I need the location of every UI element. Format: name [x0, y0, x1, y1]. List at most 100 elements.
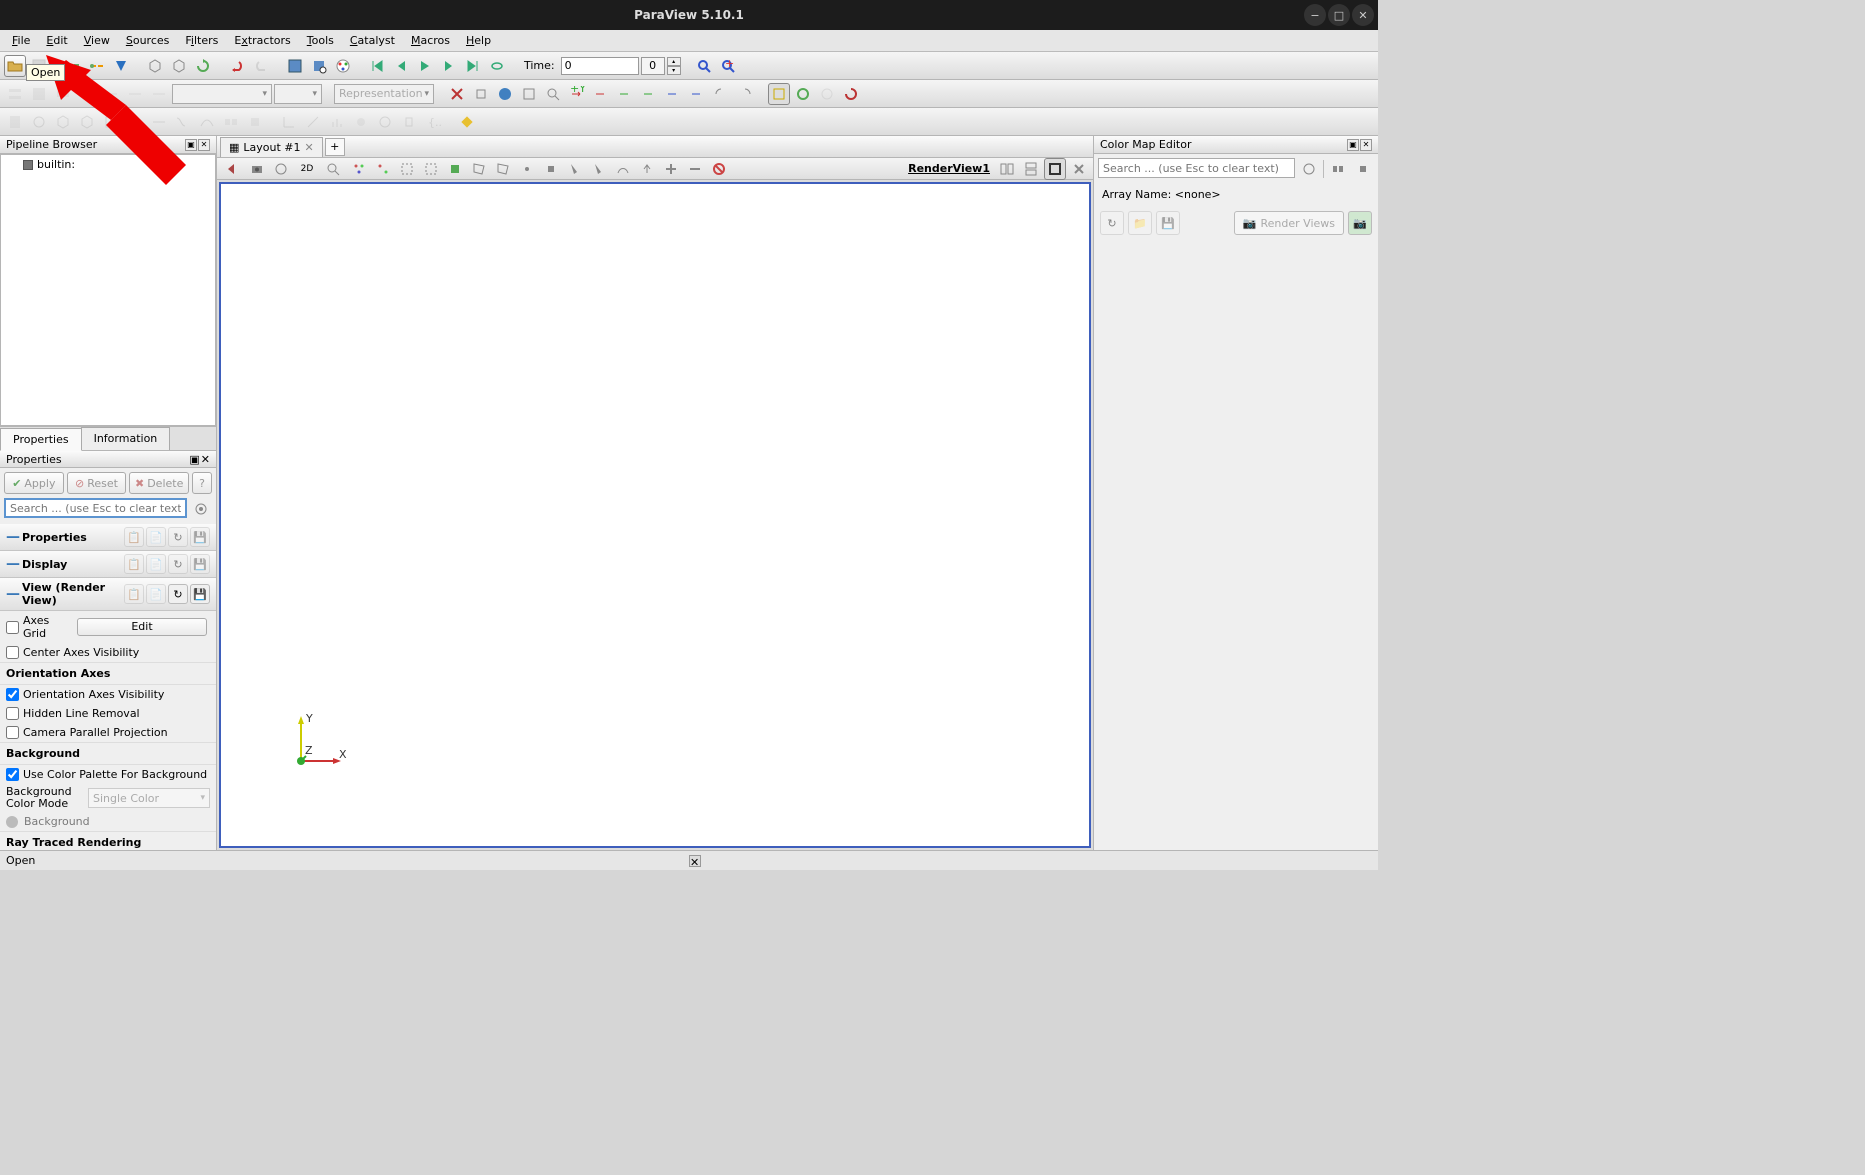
open-button[interactable] [4, 55, 26, 77]
histogram[interactable] [326, 111, 348, 133]
plot-selection[interactable] [278, 111, 300, 133]
view-minus-y[interactable] [638, 83, 660, 105]
center-axes-checkbox[interactable] [6, 646, 19, 659]
export-cmap-button[interactable]: 💾 [1156, 211, 1180, 235]
status-progress-button[interactable]: ✕ [689, 855, 701, 867]
reset-button[interactable]: ⊘Reset [67, 472, 127, 494]
paste-props-button[interactable]: 📄 [146, 527, 166, 547]
hidden-line-checkbox[interactable] [6, 707, 19, 720]
menu-edit[interactable]: Edit [38, 32, 75, 49]
paste-display-button[interactable]: 📄 [146, 554, 166, 574]
menu-macros[interactable]: Macros [403, 32, 458, 49]
axes-grid-checkbox[interactable] [6, 621, 19, 634]
select-cells-on-button[interactable] [372, 158, 394, 180]
clear-selection-button[interactable] [708, 158, 730, 180]
advanced-toggle[interactable] [190, 498, 212, 520]
disconnect-button[interactable] [86, 55, 108, 77]
orientation-axes-checkbox[interactable] [6, 688, 19, 701]
filter-clip[interactable] [52, 111, 74, 133]
refresh-cmap-button[interactable]: ↻ [1100, 211, 1124, 235]
import-cmap-button[interactable]: 📁 [1128, 211, 1152, 235]
float-props-button[interactable]: ▣ [189, 453, 199, 466]
scalar-bar-button[interactable] [4, 83, 26, 105]
hover-points-button[interactable] [564, 158, 586, 180]
float-cmap-button[interactable]: ▣ [1347, 139, 1359, 151]
rubber-band-button[interactable] [542, 83, 564, 105]
toggle-button-1[interactable] [816, 83, 838, 105]
camera-parallel-checkbox[interactable] [6, 726, 19, 739]
menu-catalyst[interactable]: Catalyst [342, 32, 403, 49]
menu-file[interactable]: File [4, 32, 38, 49]
collapse-view-icon[interactable]: — [6, 586, 18, 602]
undo-button[interactable] [226, 55, 248, 77]
time-step-input[interactable] [641, 57, 665, 75]
camera-button[interactable] [246, 158, 268, 180]
quartile-chart[interactable] [398, 111, 420, 133]
time-spinner[interactable]: ▴▾ [667, 57, 681, 75]
loop-button[interactable] [486, 55, 508, 77]
select-points-on-button[interactable] [348, 158, 370, 180]
copy-view-button[interactable]: 📋 [124, 584, 144, 604]
paste-view-button[interactable]: 📄 [146, 584, 166, 604]
collapse-display-icon[interactable]: — [6, 556, 18, 572]
select-polygon-cells[interactable] [492, 158, 514, 180]
hover-cells-button[interactable] [588, 158, 610, 180]
filter-stream[interactable] [172, 111, 194, 133]
colormap-search-input[interactable] [1098, 158, 1295, 178]
interactive-select-cells[interactable] [540, 158, 562, 180]
save-view-button[interactable]: 💾 [190, 584, 210, 604]
pipeline-browser[interactable]: builtin: [0, 154, 216, 426]
reset-props-button[interactable]: ↻ [168, 527, 188, 547]
rotate-90-right[interactable] [734, 83, 756, 105]
cube-button-2[interactable] [168, 55, 190, 77]
layout-tab-1[interactable]: ▦ Layout #1 ✕ [220, 137, 323, 157]
zoom-to-box-button[interactable] [518, 83, 540, 105]
render-view[interactable]: Y X Z [219, 182, 1091, 848]
first-frame-button[interactable] [366, 55, 388, 77]
reload-button[interactable] [192, 55, 214, 77]
save-props-button[interactable]: 💾 [190, 527, 210, 547]
reset-camera-button[interactable] [693, 55, 715, 77]
component-combo[interactable] [274, 84, 322, 104]
copy-display-button[interactable]: 📋 [124, 554, 144, 574]
auto-render-toggle[interactable]: 📷 [1348, 211, 1372, 235]
highlight-button[interactable] [456, 111, 478, 133]
view-plus-y[interactable] [614, 83, 636, 105]
cube-button-1[interactable] [144, 55, 166, 77]
edit-color-map-button[interactable] [28, 83, 50, 105]
filter-slice[interactable] [76, 111, 98, 133]
add-layout-button[interactable]: + [325, 138, 345, 156]
cmap-single-button[interactable] [1352, 158, 1374, 180]
prev-frame-button[interactable] [390, 55, 412, 77]
select-points-through-button[interactable] [396, 158, 418, 180]
subtract-selection-button[interactable] [684, 158, 706, 180]
menu-view[interactable]: View [76, 32, 118, 49]
close-layout-button[interactable]: ✕ [305, 141, 314, 154]
representation-combo[interactable]: Representation [334, 84, 434, 104]
play-button[interactable] [414, 55, 436, 77]
rescale-button-2[interactable] [100, 83, 122, 105]
help-button[interactable]: ? [192, 472, 212, 494]
menu-sources[interactable]: Sources [118, 32, 178, 49]
plot-over-line[interactable] [302, 111, 324, 133]
shrink-selection-button[interactable] [636, 158, 658, 180]
load-state-button[interactable] [110, 55, 132, 77]
redo-button[interactable] [250, 55, 272, 77]
menu-extractors[interactable]: Extractors [226, 32, 298, 49]
time-input[interactable] [561, 57, 639, 75]
delete-button[interactable]: ✖Delete [129, 472, 189, 494]
close-view-button[interactable] [1068, 158, 1090, 180]
orientation-axes-widget[interactable]: Y X Z [281, 706, 361, 786]
select-block-button[interactable] [444, 158, 466, 180]
float-panel-button[interactable]: ▣ [185, 139, 197, 151]
apply-button[interactable]: ✔Apply [4, 472, 64, 494]
probe-location[interactable] [350, 111, 372, 133]
maximize-button[interactable]: □ [1328, 4, 1350, 26]
grab-button[interactable] [792, 83, 814, 105]
filter-extract[interactable] [124, 111, 146, 133]
last-frame-button[interactable] [462, 55, 484, 77]
2d-mode-button[interactable]: 2D [294, 158, 320, 180]
reset-view-button[interactable]: ↻ [168, 584, 188, 604]
reset-range-button[interactable] [840, 83, 862, 105]
close-props-button[interactable]: ✕ [201, 453, 210, 466]
